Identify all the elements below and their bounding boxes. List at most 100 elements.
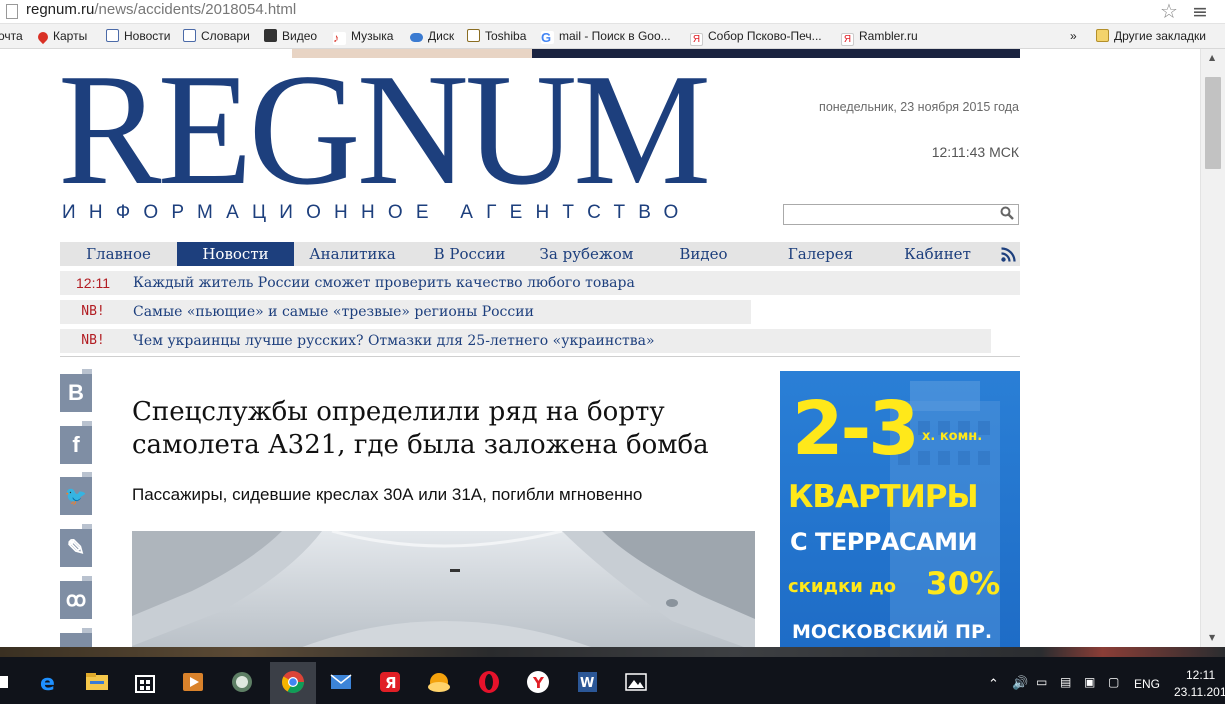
media-player-icon[interactable] (180, 669, 206, 695)
headline-link[interactable]: Чем украинцы лучше русских? Отмазки для … (133, 329, 655, 353)
nb-badge: NB! (81, 304, 105, 319)
nav-item-video[interactable]: Видео (645, 242, 762, 266)
search-input[interactable] (783, 204, 1019, 225)
search-icon[interactable] (1000, 206, 1014, 220)
bookmark-rambler[interactable]: Я Rambler.ru (841, 29, 918, 46)
music-icon: ♪ (333, 32, 346, 45)
headline-link[interactable]: Самые «пьющие» и самые «трезвые» регионы… (133, 300, 534, 324)
article-title: Спецслужбы определили ряд на борту самол… (132, 397, 709, 460)
current-date: понедельник, 23 ноября 2015 года (819, 100, 1019, 114)
bookmark-toshiba[interactable]: Toshiba (467, 29, 526, 43)
article-lead: Пассажиры, сидевшие креслах 30А или 31А,… (132, 485, 643, 504)
notification-icon[interactable]: ▢ (1108, 675, 1119, 689)
weather-icon[interactable] (426, 669, 452, 695)
url-field[interactable]: regnum.ru/news/accidents/2018054.html (26, 1, 296, 18)
facebook-icon: f (72, 432, 80, 457)
headline-row[interactable]: NB! Самые «пьющие» и самые «трезвые» рег… (60, 300, 751, 324)
more-bookmarks-button[interactable]: » (1070, 29, 1077, 43)
article-photo[interactable] (132, 531, 755, 647)
taskbar-thumbnail-strip (0, 647, 1225, 657)
volume-icon[interactable]: 🔊 (1012, 675, 1028, 691)
bookmark-news[interactable]: Новости (106, 29, 170, 43)
headline-link[interactable]: Каждый житель России сможет проверить ка… (133, 271, 635, 295)
bookmark-star-icon[interactable]: ☆ (1160, 0, 1178, 23)
menu-icon[interactable]: ≡ (1192, 1, 1208, 23)
show-hidden-icons-icon[interactable]: ⌃ (988, 676, 999, 692)
address-bar[interactable]: regnum.ru/news/accidents/2018054.html ☆ … (0, 0, 1225, 24)
main-nav: Главное Новости Аналитика В России За ру… (60, 242, 1020, 266)
yandex-icon: Я (841, 33, 854, 46)
file-explorer-icon[interactable] (84, 669, 110, 695)
nb-badge: NB! (81, 333, 105, 348)
nav-item-main[interactable]: Главное (60, 242, 177, 266)
svg-text:e: e (40, 671, 55, 695)
yandex-browser-icon[interactable]: Я (377, 669, 403, 695)
mail-icon[interactable] (328, 669, 354, 695)
scroll-up-icon[interactable]: ▲ (1209, 53, 1215, 62)
opera-icon[interactable] (476, 669, 502, 695)
display-icon[interactable]: ▣ (1084, 675, 1095, 689)
ad-address: МОСКОВСКИЙ ПР. (792, 621, 993, 643)
start-button-icon[interactable] (0, 674, 10, 690)
bookmark-mail[interactable]: очта (0, 29, 23, 43)
site-logo[interactable]: REGNUM (58, 49, 711, 209)
nav-item-gallery[interactable]: Галерея (762, 242, 879, 266)
bookmark-maps[interactable]: Карты (35, 29, 87, 45)
other-bookmarks[interactable]: Другие закладки (1096, 29, 1206, 43)
network-icon[interactable]: ▤ (1060, 675, 1071, 689)
real-estate-ad[interactable]: 2-3 х. комн. КВАРТИРЫ С ТЕРРАСАМИ скидки… (780, 371, 1020, 647)
bookmark-music[interactable]: ♪ Музыка (333, 29, 393, 45)
divider (60, 356, 1020, 357)
battery-icon[interactable]: ▭ (1036, 675, 1047, 689)
bookmark-sobor[interactable]: Я Собор Псково-Печ... (690, 29, 822, 46)
share-googleplus-button[interactable]: g+ (60, 628, 92, 647)
bookmark-google-mail[interactable]: Gmail - Поиск в Goo... (541, 29, 671, 44)
headline-row[interactable]: 12:11 Каждый житель России сможет провер… (60, 271, 1020, 295)
rss-icon[interactable] (1001, 247, 1016, 262)
app-circle-icon[interactable] (229, 669, 255, 695)
nav-item-cabinet[interactable]: Кабинет (879, 242, 996, 266)
play-icon (264, 29, 277, 42)
chrome-icon[interactable] (280, 669, 306, 695)
cloud-icon (410, 33, 423, 42)
share-vk-button[interactable]: В (60, 369, 92, 412)
clock-time[interactable]: 12:11 (1186, 668, 1215, 682)
share-facebook-button[interactable]: f (60, 421, 92, 464)
nav-item-analytics[interactable]: Аналитика (294, 242, 411, 266)
bookmark-video[interactable]: Видео (264, 29, 317, 43)
word-icon[interactable]: W (574, 669, 600, 695)
nav-item-abroad[interactable]: За рубежом (528, 242, 645, 266)
bookmark-dictionaries[interactable]: Словари (183, 29, 250, 43)
page-icon (6, 4, 18, 19)
twitter-icon: 🐦 (64, 486, 88, 506)
current-time: 12:11:43 МСК (931, 144, 1019, 160)
ad-rooms-count: 2-3 (792, 386, 920, 472)
bookmarks-bar: очта Карты Новости Словари Видео ♪ Музыка… (0, 24, 1225, 49)
scrollbar-thumb[interactable] (1205, 77, 1221, 169)
edge-icon[interactable]: e (36, 669, 62, 695)
photos-icon[interactable] (623, 669, 649, 695)
nav-item-news[interactable]: Новости (177, 242, 294, 266)
share-odnoklassniki-button[interactable]: ꝏ (60, 576, 92, 619)
share-livejournal-button[interactable]: ✎ (60, 524, 92, 567)
googleplus-icon: g+ (60, 639, 92, 647)
store-icon[interactable] (132, 669, 158, 695)
folder-icon (1096, 29, 1109, 42)
page-viewport: REGNUM ИНФОРМАЦИОННОЕ АГЕНТСТВО понедель… (0, 49, 1200, 647)
headline-row[interactable]: NB! Чем украинцы лучше русских? Отмазки … (60, 329, 991, 353)
scroll-down-icon[interactable]: ▼ (1209, 633, 1215, 642)
odnoklassniki-icon: ꝏ (65, 589, 87, 611)
site-logo-subtitle: ИНФОРМАЦИОННОЕ АГЕНТСТВО (62, 202, 692, 223)
ad-headline: КВАРТИРЫ (788, 479, 979, 515)
input-language[interactable]: ENG (1134, 677, 1160, 691)
bookmark-disk[interactable]: Диск (410, 29, 454, 43)
yandex-icon[interactable]: Y (525, 669, 551, 695)
cabin-interior-image (132, 531, 755, 647)
news-icon (106, 29, 119, 42)
vk-icon: В (68, 380, 84, 405)
book-icon (183, 29, 196, 42)
share-twitter-button[interactable]: 🐦 (60, 472, 92, 515)
vertical-scrollbar[interactable]: ▲ ▼ (1200, 49, 1225, 647)
nav-item-russia[interactable]: В России (411, 242, 528, 266)
clock-date[interactable]: 23.11.2015 (1174, 685, 1225, 699)
